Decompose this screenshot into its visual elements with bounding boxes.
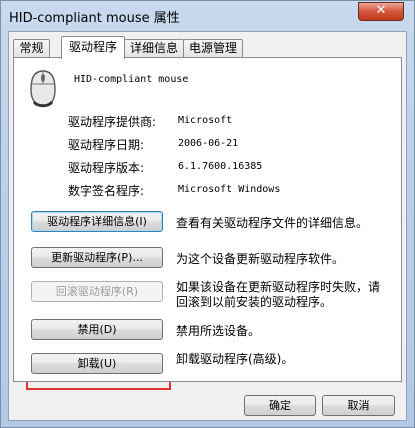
ok-button[interactable]: 确定 xyxy=(244,395,316,416)
provider-value: Microsoft xyxy=(178,115,233,126)
update-driver-description: 为这个设备更新驱动程序软件。 xyxy=(176,252,345,266)
tab-general[interactable]: 常规 xyxy=(13,39,50,57)
uninstall-button[interactable]: 卸载(U) xyxy=(31,353,163,374)
rollback-description-line2: 回滚到以前安装的驱动程序。 xyxy=(176,295,333,309)
properties-window: HID-compliant mouse 属性 ✕ 常规 驱动程序 详细信息 电源… xyxy=(0,0,415,428)
date-value: 2006-06-21 xyxy=(178,138,239,149)
close-icon: ✕ xyxy=(375,3,387,18)
signer-value: Microsoft Windows xyxy=(178,184,281,195)
tab-details[interactable]: 详细信息 xyxy=(124,39,184,57)
update-driver-button[interactable]: 更新驱动程序(P)... xyxy=(31,247,163,268)
signer-label: 数字签名程序: xyxy=(68,184,145,198)
uninstall-description: 卸载驱动程序(高级)。 xyxy=(176,352,294,366)
version-value: 6.1.7600.16385 xyxy=(178,161,263,172)
date-label: 驱动程序日期: xyxy=(68,138,145,152)
tab-driver[interactable]: 驱动程序 xyxy=(61,36,125,59)
driver-tab-panel: HID-compliant mouse 驱动程序提供商: Microsoft 驱… xyxy=(13,57,402,382)
tab-power-management[interactable]: 电源管理 xyxy=(183,39,243,57)
close-button[interactable]: ✕ xyxy=(358,2,404,21)
dialog-client-area: 常规 驱动程序 详细信息 电源管理 HID-compliant mouse 驱动… xyxy=(8,31,407,421)
device-name: HID-compliant mouse xyxy=(74,74,189,85)
cancel-button[interactable]: 取消 xyxy=(322,395,395,416)
title-bar[interactable]: HID-compliant mouse 属性 ✕ xyxy=(1,1,414,31)
driver-details-description: 查看有关驱动程序文件的详细信息。 xyxy=(176,216,369,230)
disable-description: 禁用所选设备。 xyxy=(176,324,261,338)
provider-label: 驱动程序提供商: xyxy=(68,115,157,129)
version-label: 驱动程序版本: xyxy=(68,161,145,175)
driver-details-button[interactable]: 驱动程序详细信息(I) xyxy=(31,211,163,232)
rollback-driver-button[interactable]: 回滚驱动程序(R) xyxy=(31,281,163,302)
mouse-icon xyxy=(30,70,56,108)
window-title: HID-compliant mouse 属性 xyxy=(9,11,180,26)
disable-button[interactable]: 禁用(D) xyxy=(31,319,163,340)
